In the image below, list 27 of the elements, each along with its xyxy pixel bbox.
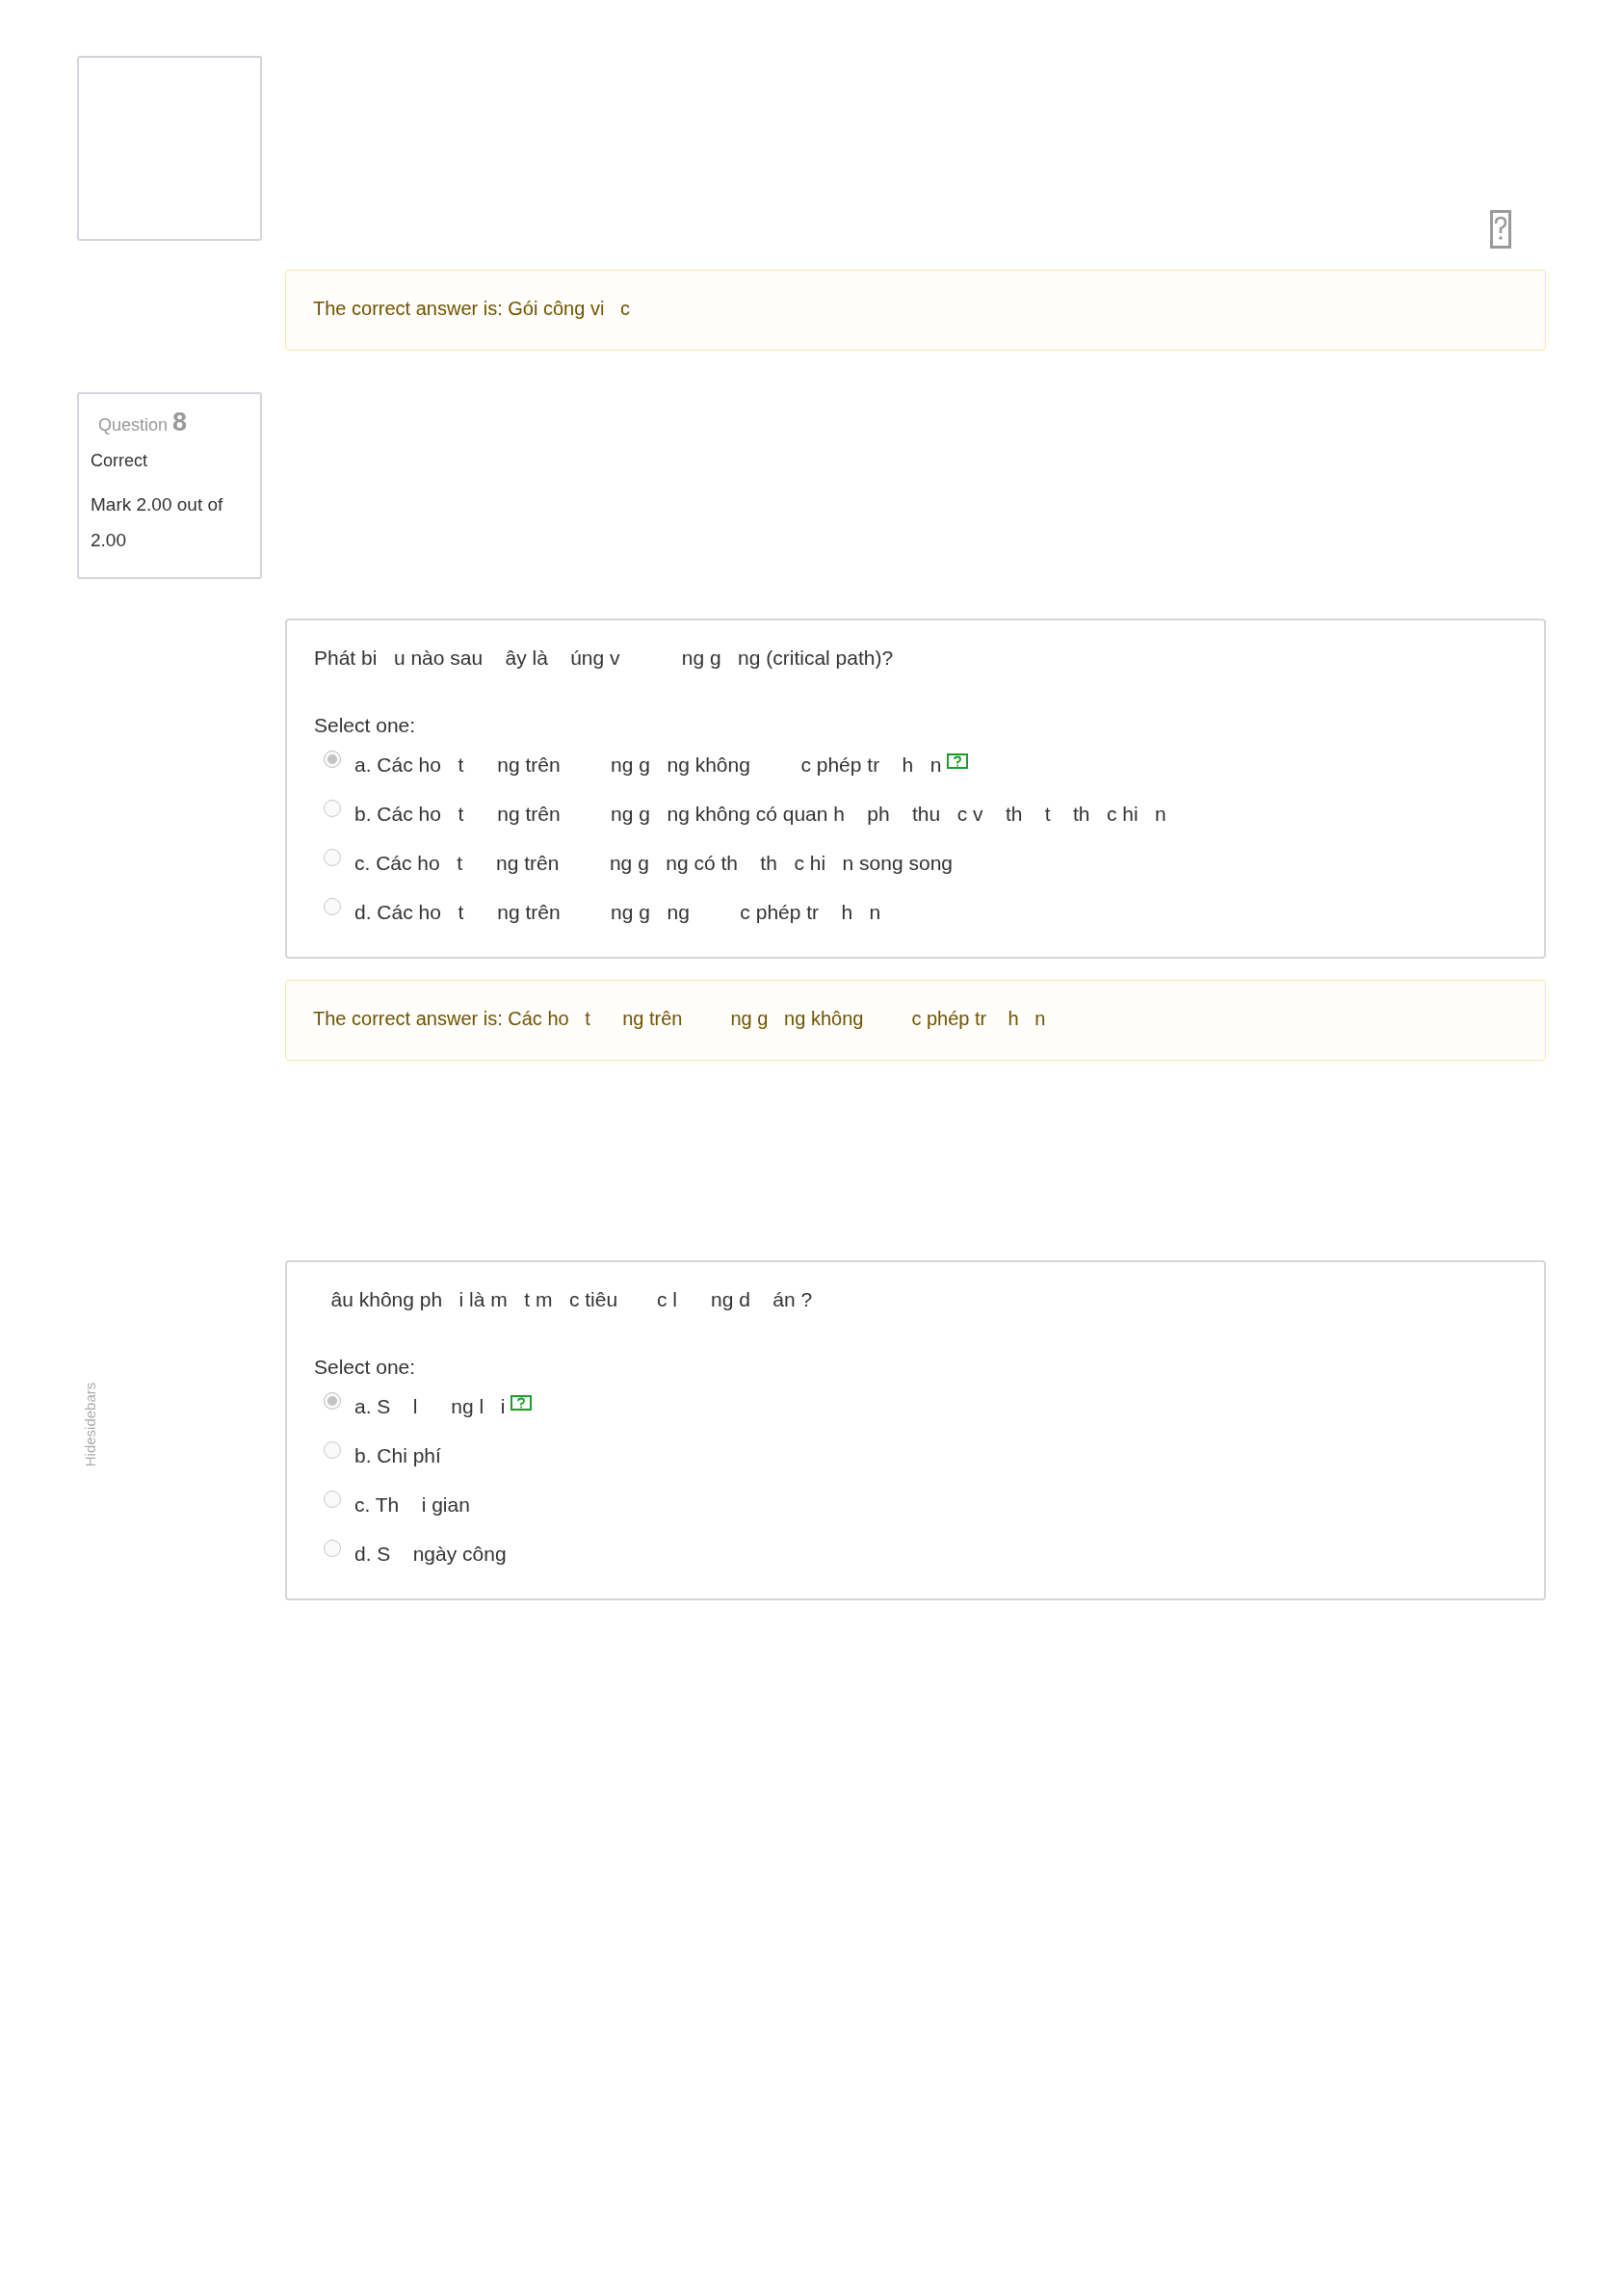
- hide-sidebars-link[interactable]: Hidesidebars: [82, 1382, 99, 1467]
- option-label: b. Chi phí: [354, 1443, 441, 1467]
- question-label: Question: [98, 415, 169, 435]
- option-label: a. Các ho t ng trên ng g ng không c phép tr h n: [354, 752, 942, 777]
- question-text: Phát bi u nào sau ây là úng v ng g ng (critical path)?: [314, 646, 895, 671]
- correct-answer-text: The correct answer is: Các ho t ng trên ng g ng không c phép tr h n: [313, 1008, 1046, 1029]
- radio-button[interactable]: [324, 1490, 341, 1508]
- option-label: a. S l ng l i: [354, 1394, 506, 1418]
- question-state: Correct: [91, 451, 148, 471]
- option-label: b. Các ho t ng trên ng g ng không có quan h ph thu c v th t th c hi n: [354, 802, 1166, 826]
- radio-button[interactable]: [324, 897, 341, 915]
- select-prompt: Select one:: [314, 1355, 417, 1380]
- option-label: d. Các ho t ng trên ng g ng c phép tr h n: [354, 900, 881, 924]
- radio-button[interactable]: [324, 1440, 341, 1459]
- radio-button[interactable]: [324, 1539, 341, 1557]
- select-prompt: Select one:: [314, 713, 417, 738]
- question-number: 8: [172, 408, 188, 436]
- option-label: c. Các ho t ng trên ng g ng có th th c hi n song song: [354, 851, 953, 875]
- radio-button[interactable]: [324, 848, 341, 866]
- radio-button[interactable]: [324, 750, 341, 768]
- radio-button[interactable]: [324, 799, 341, 817]
- radio-button[interactable]: [324, 1391, 341, 1410]
- option-label: c. Th i gian: [354, 1492, 470, 1517]
- option-label: d. S ngày công: [354, 1542, 507, 1566]
- question-text: âu không ph i là m t m c tiêu c l ng d án ?: [329, 1287, 814, 1312]
- question-mark: Mark 2.00 out of 2.00: [91, 493, 224, 552]
- correct-answer-text: The correct answer is: Gói công vi c: [313, 298, 630, 319]
